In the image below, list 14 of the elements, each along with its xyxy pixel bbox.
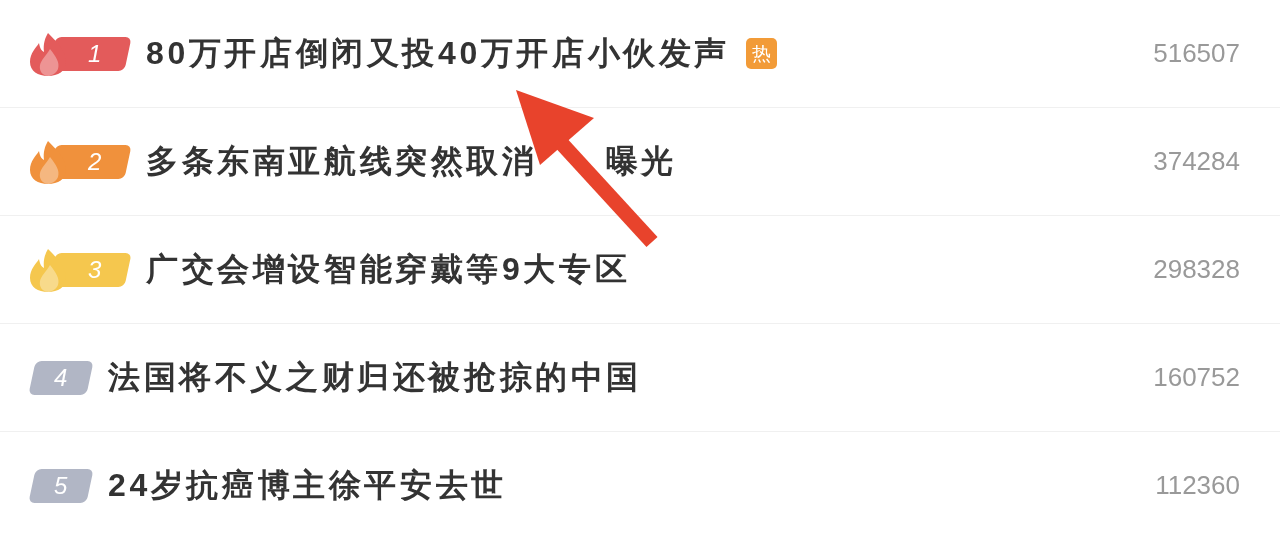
heat-count: 112360: [1155, 470, 1240, 501]
rank-badge: 5: [28, 468, 94, 503]
hot-tag: 热: [746, 38, 777, 69]
topic-link[interactable]: 广交会增设智能穿戴等9大专区: [146, 247, 631, 292]
topic-link[interactable]: 法国将不义之财归还被抢掠的中国: [108, 355, 642, 400]
heat-count: 516507: [1153, 38, 1240, 69]
topic-text[interactable]: 曝光: [605, 139, 677, 184]
rank-badge: 4: [28, 360, 94, 395]
heat-count: 160752: [1153, 362, 1240, 393]
topic-link[interactable]: 24岁抗癌博主徐平安去世: [108, 463, 507, 508]
heat-count: 298328: [1153, 254, 1240, 285]
heat-count: 374284: [1153, 146, 1240, 177]
topic-link[interactable]: 多条东南亚航线突然取消: [146, 139, 538, 184]
topic-link[interactable]: 80万开店倒闭又投40万开店小伙发声: [146, 31, 730, 76]
